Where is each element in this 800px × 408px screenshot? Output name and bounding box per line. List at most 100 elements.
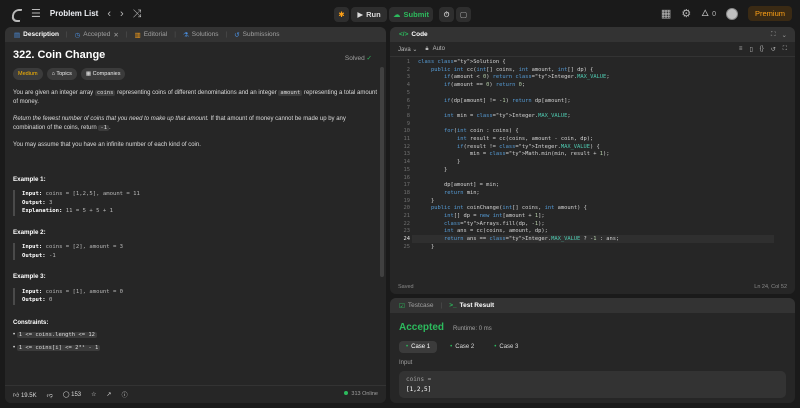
code-line[interactable] [418,90,619,98]
save-status: Saved [398,283,414,290]
code-editor[interactable]: 1 2 3 4 5 6 7 8 9 10 11 12 13 14 15 16 17 18 19 20 21 22 23 24 2… [390,57,795,271]
code-line[interactable]: } [418,244,619,252]
tab-description[interactable]: ▤ Description [11,31,62,39]
code-line[interactable]: return min; [418,190,619,198]
auto-mode[interactable]: Auto [433,46,445,52]
code-toolbar: Java ⌄ 🔒︎ Auto ≡ ▯ {} ↺ ⛶ [390,42,795,57]
code-line[interactable]: if(amount < 0) return class="ty">Integer… [418,74,619,82]
maximize-icon[interactable]: ⛶ [771,31,776,39]
language-select[interactable]: Java ⌄ [398,46,417,53]
format-icon[interactable]: ≡ [739,46,743,53]
code-line[interactable]: int result = cc(coins, amount - coin, dp… [418,136,619,144]
settings-icon[interactable]: ⚙ [681,8,691,20]
problem-list-link[interactable]: Problem List [50,9,98,18]
code-line[interactable]: return ans == class="ty">Integer.MAX_VAL… [418,236,619,244]
star-icon[interactable]: ☆ [91,391,96,398]
checkbox-icon: ☑ [399,302,405,310]
companies-tag[interactable]: ▦ Companies [80,67,126,80]
tab-testcase[interactable]: ☑ Testcase [396,302,436,310]
scrollbar[interactable] [380,67,384,277]
premium-button[interactable]: Premium [747,6,792,21]
next-problem-icon[interactable]: › [120,8,124,20]
tab-case-2[interactable]: Case 2 [443,341,481,353]
tab-submissions[interactable]: ↺ Submissions [231,31,282,39]
code-line[interactable]: } [418,167,619,175]
description-para-3: You may assume that you have an infinite… [13,142,201,148]
code-line[interactable]: for(int coin : coins) { [418,128,619,136]
dislike-icon[interactable]: 👎︎ [47,391,53,399]
tab-accepted[interactable]: ◷ Accepted ✕ [72,31,122,39]
list-item: • 1 <= coins[i] <= 2³¹ - 1 [13,344,101,351]
bookmark-icon[interactable]: ▯ [749,46,752,53]
difficulty-badge[interactable]: Medium [13,67,43,80]
top-bar: ☰ Problem List ‹ › ⤨ ✱ ▶ Run ☁ Submit ⏱ ▢ … [0,0,800,27]
line-number: 22 [403,220,411,227]
close-icon[interactable]: ✕ [113,31,118,39]
line-number: 5 [406,89,410,96]
layout-icon[interactable]: ▦ [661,8,671,20]
description-content: 322. Coin Change Solved ✓ Medium ⌂ Topic… [5,42,386,360]
fullscreen-icon[interactable]: ⛶ [783,46,787,53]
tab-case-3[interactable]: Case 3 [487,341,525,353]
online-count: 313 Online [344,391,378,397]
prev-problem-icon[interactable]: ‹ [107,8,111,20]
topics-tag[interactable]: ⌂ Topics [46,67,77,80]
code-line[interactable]: min = class="ty">Math.min(min, result + … [418,151,619,159]
notes-icon[interactable]: ▢ [456,7,471,22]
reset-icon[interactable]: ↺ [771,46,776,53]
submit-button[interactable]: ☁ Submit [389,7,433,22]
tab-editorial[interactable]: ▥ Editorial [132,31,171,39]
constraints-list: • 1 <= coins.length <= 12 • 1 <= coins[i… [13,331,378,352]
list-icon[interactable]: ☰ [31,8,41,20]
comments-button[interactable]: ◯ 153 [63,391,81,398]
tab-solutions[interactable]: ⚗ Solutions [180,31,222,39]
tab-code[interactable]: </> Code [396,31,431,38]
code-line[interactable]: } [418,198,619,206]
code-line[interactable]: } [418,159,619,167]
line-number: 11 [403,136,411,143]
flask-icon: ⚗ [182,31,189,39]
line-number: 18 [403,189,411,196]
code-line[interactable]: if(dp[amount] != -1) return dp[amount]; [418,98,619,106]
code-line[interactable]: dp[amount] = min; [418,182,619,190]
code-line[interactable]: class class="ty">Solution { [418,59,619,67]
code-line[interactable] [418,121,619,129]
solved-status: Solved ✓ [344,55,372,62]
result-content: Accepted Runtime: 0 ms Case 1 Case 2 Cas… [390,313,795,403]
code-lines[interactable]: class class="ty">Solution { public int c… [418,59,619,252]
cursor-position: Ln 24, Col 52 [754,283,787,290]
code-line[interactable]: int min = class="ty">Integer.MAX_VALUE; [418,113,619,121]
line-number: 23 [403,228,411,235]
input-label: Input [399,360,413,366]
braces-icon[interactable]: {} [760,46,764,53]
debug-icon[interactable]: ✱ [334,7,349,22]
avatar[interactable] [725,7,738,20]
like-button[interactable]: 👍︎ 19.5K [13,391,37,399]
code-line[interactable]: int ans = cc(coins, amount, dp); [418,228,619,236]
code-line[interactable]: public int coinChange(int[] coins, int a… [418,205,619,213]
code-line[interactable]: int[] dp = new int[amount + 1]; [418,213,619,221]
code-line[interactable] [418,105,619,113]
code-line[interactable]: class="ty">Arrays.fill(dp, -1); [418,221,619,229]
collapse-icon[interactable]: ⌄ [782,31,787,39]
streak-flame-icon[interactable]: 🜂 0 [701,7,716,21]
run-button[interactable]: ▶ Run [351,7,387,22]
list-item: • 1 <= coins.length <= 12 [13,332,97,338]
line-number: 12 [403,143,411,150]
shuffle-icon[interactable]: ⤨ [133,8,142,20]
code-line[interactable]: public int cc(int[] coins, int amount, i… [418,67,619,75]
help-icon[interactable]: ⓘ [122,390,128,399]
line-number: 9 [406,120,410,127]
line-number: 6 [406,97,410,104]
share-icon[interactable]: ↗ [107,391,112,398]
code-line[interactable]: if(result != class="ty">Integer.MAX_VALU… [418,144,619,152]
timer-icon[interactable]: ⏱ [439,7,454,22]
line-number: 25 [403,243,411,250]
tab-test-result[interactable]: >_ Test Result [446,302,497,309]
line-number: 4 [406,82,410,89]
line-number: 13 [403,151,411,158]
leetcode-logo-icon[interactable] [10,8,22,20]
tab-case-1[interactable]: Case 1 [399,341,438,353]
code-line[interactable]: if(amount == 0) return 0; [418,82,619,90]
code-line[interactable] [418,175,619,183]
